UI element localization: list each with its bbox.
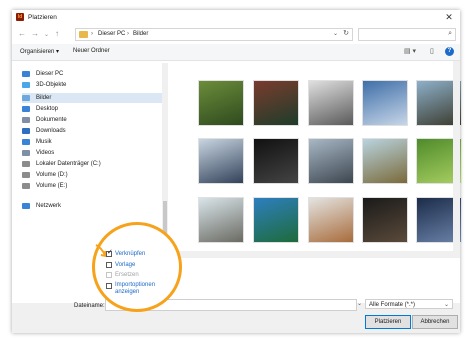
up-arrow-icon[interactable]: ↑ <box>55 30 59 38</box>
sidebar-item[interactable]: Videos <box>22 148 162 158</box>
filename-dropdown-icon[interactable]: ⌄ <box>357 300 362 307</box>
drive-icon <box>22 161 30 167</box>
image-thumbnail[interactable] <box>362 197 408 243</box>
filename-label: Dateiname: <box>74 303 105 309</box>
file-grid <box>170 61 462 251</box>
refresh-icon[interactable]: ↻ <box>343 29 349 37</box>
sidebar-item-label: Videos <box>36 150 55 156</box>
content-horizontal-scrollbar[interactable] <box>170 251 460 258</box>
image-thumbnail[interactable] <box>198 80 244 126</box>
computer-icon <box>22 71 30 77</box>
breadcrumb-separator-icon: › <box>91 31 93 37</box>
image-thumbnail[interactable] <box>362 138 408 184</box>
bottom-bar: Dateiname: ⌄ Alle Formate (*.*) ⌄ Platzi… <box>12 299 460 333</box>
image-thumbnail[interactable] <box>308 197 354 243</box>
preview-pane-icon[interactable]: ▯ <box>430 47 434 55</box>
image-thumbnail[interactable] <box>308 138 354 184</box>
content-vertical-scrollbar[interactable] <box>453 61 460 251</box>
address-dropdown-icon[interactable]: ⌄ <box>333 30 338 37</box>
sidebar-item-label: Volume (E:) <box>36 183 68 189</box>
sidebar-item-label: Downloads <box>36 128 66 134</box>
help-icon[interactable]: ? <box>445 47 454 56</box>
organize-label: Organisieren <box>20 49 55 55</box>
folder-icon <box>79 31 88 38</box>
sidebar-item[interactable]: Lokaler Datenträger (C:) <box>22 159 162 169</box>
replace-checkbox <box>106 272 112 278</box>
sidebar-item-label: Dieser PC <box>36 71 64 77</box>
file-type-filter-value: Alle Formate (*.*) <box>369 302 416 308</box>
drive-icon <box>22 183 30 189</box>
file-type-filter[interactable]: Alle Formate (*.*) ⌄ <box>365 299 453 309</box>
link-checkbox[interactable] <box>106 249 113 257</box>
window-title: Platzieren <box>28 14 57 21</box>
image-thumbnail[interactable] <box>308 80 354 126</box>
address-bar[interactable]: › Dieser PC › Bilder ⌄ ↻ <box>75 28 353 41</box>
back-arrow-icon[interactable]: ← <box>18 30 26 38</box>
import-options-checkbox[interactable] <box>106 283 112 289</box>
place-dialog: Id Platzieren ✕ ← → ⌄ ↑ › Dieser PC › Bi… <box>12 10 462 333</box>
sidebar-item[interactable]: 3D-Objekte <box>22 80 162 90</box>
sidebar-item[interactable]: Netzwerk <box>22 201 162 211</box>
import-options-label: Importoptionen anzeigen <box>115 282 155 296</box>
sidebar-item[interactable]: Dokumente <box>22 115 162 125</box>
sidebar-item-label: Volume (D:) <box>36 172 68 178</box>
downloads-icon <box>22 128 30 134</box>
indesign-app-icon: Id <box>16 13 24 21</box>
forward-arrow-icon[interactable]: → <box>31 30 39 38</box>
title-bar: Id Platzieren ✕ <box>12 10 460 25</box>
template-label: Vorlage <box>115 262 136 268</box>
template-checkbox[interactable] <box>106 262 112 268</box>
image-thumbnail[interactable] <box>253 138 299 184</box>
sidebar-item-label: Netzwerk <box>36 203 62 209</box>
breadcrumb-this-pc[interactable]: Dieser PC <box>98 31 125 37</box>
sidebar-item[interactable]: Volume (D:) <box>22 170 162 180</box>
view-options-icon[interactable]: ▤ ▾ <box>404 47 416 55</box>
link-label: Verknüpfen <box>115 251 146 257</box>
sidebar-item[interactable]: Musik <box>22 137 162 147</box>
breadcrumb-pictures[interactable]: Bilder <box>133 31 148 37</box>
search-input[interactable]: ⌕ <box>358 28 456 41</box>
documents-icon <box>22 117 30 123</box>
new-folder-button[interactable]: Neuer Ordner <box>73 48 110 54</box>
organize-menu[interactable]: Organisieren ▾ <box>20 48 59 55</box>
music-icon <box>22 139 30 145</box>
sidebar-item-label: Bilder <box>36 95 52 101</box>
close-icon[interactable]: ✕ <box>444 12 454 22</box>
sidebar-item-label: Lokaler Datenträger (C:) <box>36 161 101 167</box>
search-icon: ⌕ <box>448 30 452 37</box>
recent-chevron-down-icon[interactable]: ⌄ <box>44 31 49 39</box>
image-thumbnail[interactable] <box>253 197 299 243</box>
image-thumbnail[interactable] <box>198 138 244 184</box>
filter-chevron-down-icon: ⌄ <box>443 302 449 308</box>
image-thumbnail[interactable] <box>253 80 299 126</box>
sidebar-item-label: Desktop <box>36 106 59 112</box>
sidebar-item-label: Dokumente <box>36 117 67 123</box>
pictures-folder-icon <box>22 95 30 101</box>
sidebar-item[interactable]: Volume (E:) <box>22 181 162 191</box>
cube-icon <box>22 82 30 88</box>
command-bar: Organisieren ▾ Neuer Ordner ▤ ▾ ▯ ? <box>12 44 460 61</box>
videos-icon <box>22 150 30 156</box>
sidebar-item[interactable]: Dieser PC <box>22 69 162 79</box>
sidebar-item-label: 3D-Objekte <box>36 82 67 88</box>
place-button[interactable]: Platzieren <box>365 315 411 329</box>
sidebar-item[interactable]: Desktop <box>22 104 162 114</box>
cancel-button[interactable]: Abbrechen <box>412 315 458 329</box>
drive-icon <box>22 172 30 178</box>
replace-label: Ersetzen <box>115 272 139 278</box>
import-options-label-line1: Importoptionen <box>115 282 156 288</box>
sidebar-item-label: Musik <box>36 139 52 145</box>
sidebar-item[interactable]: Downloads <box>22 126 162 136</box>
desktop-icon <box>22 106 30 112</box>
breadcrumb-separator-icon: › <box>127 31 129 37</box>
image-thumbnail[interactable] <box>198 197 244 243</box>
sidebar-item[interactable]: Bilder <box>22 93 162 103</box>
address-row: ← → ⌄ ↑ › Dieser PC › Bilder ⌄ ↻ ⌕ <box>12 25 460 44</box>
image-thumbnail[interactable] <box>362 80 408 126</box>
import-options-label-line2: anzeigen <box>115 289 140 295</box>
network-icon <box>22 203 30 209</box>
